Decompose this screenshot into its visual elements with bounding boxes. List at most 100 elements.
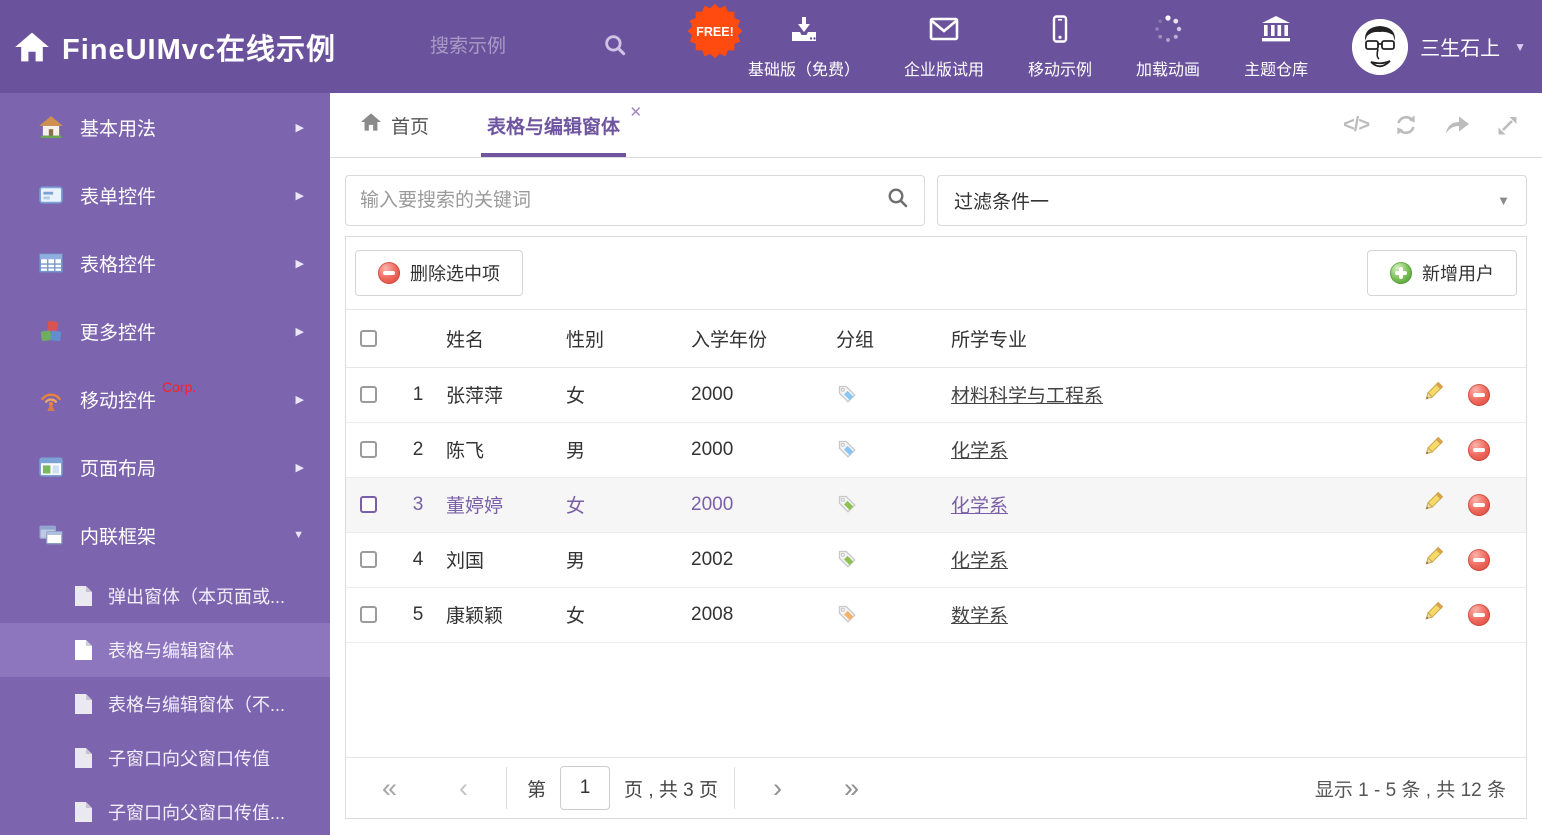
table-row-selected[interactable]: 3 董婷婷 女 2000 化学系: [346, 477, 1526, 533]
column-header-name[interactable]: 姓名: [446, 310, 566, 368]
user-menu[interactable]: 三生石上 ▼: [1352, 0, 1526, 93]
sidebar-subitem-popup-window[interactable]: 弹出窗体（本页面或...: [0, 569, 330, 623]
cell-gender: 男: [566, 532, 691, 588]
tag-icon: [838, 386, 856, 404]
cell-year: 2000: [691, 367, 836, 423]
close-icon[interactable]: ✕: [629, 103, 642, 121]
nav-item-mobile-demo[interactable]: 移动示例: [1006, 0, 1114, 93]
nav-item-enterprise-trial[interactable]: 企业版试用: [882, 0, 1006, 93]
add-user-button[interactable]: 新增用户: [1367, 250, 1517, 296]
sidebar-item-mobile-controls[interactable]: 移动控件 Corp. ▶: [0, 365, 330, 433]
last-page-button[interactable]: »: [844, 774, 859, 802]
delete-row-icon[interactable]: [1468, 548, 1490, 571]
column-header-gender[interactable]: 性别: [566, 310, 691, 368]
column-header-group[interactable]: 分组: [836, 310, 951, 368]
sidebar-item-iframe[interactable]: 内联框架 ▼: [0, 501, 330, 569]
cell-gender: 女: [566, 587, 691, 643]
top-search-input[interactable]: [430, 35, 580, 58]
grid-panel: 删除选中项 新增用户 姓名 性别 入学年份 分组 所学专业 1 张萍萍 女 20…: [345, 236, 1527, 819]
major-link[interactable]: 数学系: [951, 606, 1008, 627]
major-link[interactable]: 化学系: [951, 551, 1008, 572]
major-link[interactable]: 材料科学与工程系: [951, 386, 1103, 407]
edit-pencil-icon[interactable]: [1422, 381, 1444, 409]
user-table: 姓名 性别 入学年份 分组 所学专业 1 张萍萍 女 2000 材料科学与工程系…: [346, 310, 1526, 643]
first-page-button[interactable]: «: [382, 774, 397, 802]
nav-item-basic-edition[interactable]: 基础版（免费）: [726, 0, 882, 93]
plus-circle-icon: [1390, 262, 1412, 284]
page-icon: [74, 639, 93, 661]
page-icon: [74, 747, 93, 769]
row-number: 3: [390, 477, 446, 533]
major-link[interactable]: 化学系: [951, 496, 1008, 517]
edit-pencil-icon[interactable]: [1422, 436, 1444, 464]
tag-icon: [838, 606, 856, 624]
code-icon[interactable]: </>: [1343, 114, 1370, 137]
sidebar-item-page-layout[interactable]: 页面布局 ▶: [0, 433, 330, 501]
sidebar-item-form-controls[interactable]: 表单控件 ▶: [0, 161, 330, 229]
sidebar-item-grid-controls[interactable]: 表格控件 ▶: [0, 229, 330, 297]
tag-icon: [838, 441, 856, 459]
delete-row-icon[interactable]: [1468, 603, 1490, 626]
sidebar-subitem-child-to-parent[interactable]: 子窗口向父窗口传值: [0, 731, 330, 785]
row-checkbox[interactable]: [359, 385, 377, 403]
keyword-search-input[interactable]: [360, 189, 886, 212]
divider: [734, 767, 736, 809]
cell-name: 康颖颖: [446, 587, 566, 643]
layout-icon: [38, 454, 64, 480]
table-row[interactable]: 4 刘国 男 2002 化学系: [346, 532, 1526, 588]
app-header: FineUIMvc在线示例 FREE!: [0, 0, 1542, 93]
nav-item-theme-repo[interactable]: 主题仓库: [1222, 0, 1330, 93]
nav-item-loading-animation[interactable]: 加载动画: [1114, 0, 1222, 93]
sidebar-subitem-grid-edit-window-2[interactable]: 表格与编辑窗体（不...: [0, 677, 330, 731]
sidebar-subitem-child-to-parent-2[interactable]: 子窗口向父窗口传值...: [0, 785, 330, 835]
edit-pencil-icon[interactable]: [1422, 546, 1444, 574]
edit-pencil-icon[interactable]: [1422, 491, 1444, 519]
column-header-major[interactable]: 所学专业: [951, 310, 1241, 368]
sidebar-item-label: 更多控件: [80, 322, 157, 344]
major-link[interactable]: 化学系: [951, 441, 1008, 462]
share-icon[interactable]: [1443, 113, 1471, 137]
sidebar-item-label: 表单控件: [80, 186, 157, 208]
chevron-right-icon: ▶: [295, 189, 304, 202]
table-row[interactable]: 2 陈飞 男 2000 化学系: [346, 422, 1526, 478]
search-icon[interactable]: [886, 186, 910, 215]
home-icon: [38, 114, 64, 140]
tab-home[interactable]: 首页: [360, 93, 429, 157]
next-page-button[interactable]: ›: [773, 774, 782, 802]
logo[interactable]: FineUIMvc在线示例: [0, 26, 336, 68]
row-checkbox[interactable]: [359, 605, 377, 623]
svg-text:FREE!: FREE!: [696, 25, 734, 39]
page-content: 过滤条件一 ▼ 删除选中项 新增用户: [330, 158, 1542, 819]
chevron-right-icon: ▶: [295, 393, 304, 406]
cell-year: 2008: [691, 587, 836, 643]
expand-icon[interactable]: [1495, 113, 1520, 138]
prev-page-button[interactable]: ‹: [459, 774, 468, 802]
delete-row-icon[interactable]: [1468, 383, 1490, 406]
row-checkbox[interactable]: [359, 440, 377, 458]
refresh-icon[interactable]: [1393, 112, 1419, 138]
sidebar-subitem-grid-edit-window[interactable]: 表格与编辑窗体: [0, 623, 330, 677]
page-number-input[interactable]: [560, 766, 611, 810]
table-row[interactable]: 1 张萍萍 女 2000 材料科学与工程系: [346, 367, 1526, 423]
column-header-year[interactable]: 入学年份: [691, 310, 836, 368]
avatar: [1352, 18, 1409, 75]
corp-badge: Corp.: [162, 379, 197, 395]
sidebar-item-more-controls[interactable]: 更多控件 ▶: [0, 297, 330, 365]
divider: [506, 767, 508, 809]
search-icon[interactable]: [602, 32, 628, 63]
delete-row-icon[interactable]: [1468, 438, 1490, 461]
row-checkbox[interactable]: [359, 495, 377, 513]
delete-selected-button[interactable]: 删除选中项: [355, 250, 523, 296]
cell-major: 材料科学与工程系: [951, 367, 1241, 423]
tab-toolbar: </>: [1343, 93, 1542, 157]
filter-dropdown[interactable]: 过滤条件一 ▼: [937, 175, 1527, 226]
envelope-icon: [928, 14, 960, 49]
tab-grid-edit-window[interactable]: 表格与编辑窗体 ✕: [481, 93, 642, 157]
table-row[interactable]: 5 康颖颖 女 2008 数学系: [346, 587, 1526, 643]
edit-pencil-icon[interactable]: [1422, 601, 1444, 629]
sidebar-item-basic-usage[interactable]: 基本用法 ▶: [0, 93, 330, 161]
delete-row-icon[interactable]: [1468, 493, 1490, 516]
row-checkbox[interactable]: [359, 550, 377, 568]
select-all-checkbox[interactable]: [359, 329, 377, 347]
cell-major: 数学系: [951, 587, 1241, 643]
